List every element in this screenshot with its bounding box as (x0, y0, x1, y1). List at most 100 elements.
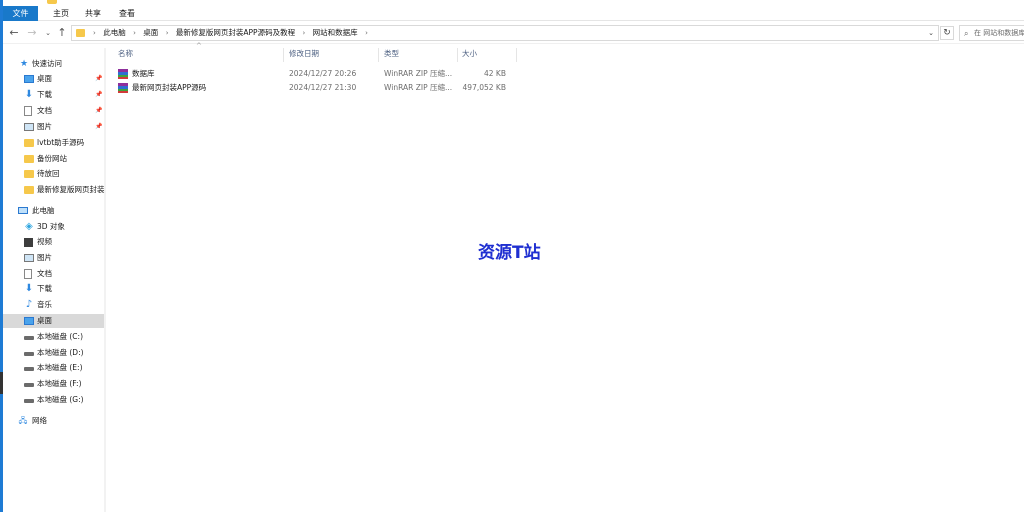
sidebar-item-label: 桌面 (37, 74, 52, 83)
sidebar-item-folder[interactable]: 备份网站 (3, 152, 104, 166)
chevron-right-icon[interactable]: › (302, 26, 305, 40)
file-row[interactable]: 数据库 2024/12/27 20:26 WinRAR ZIP 压缩... 42… (114, 67, 514, 81)
sidebar-quick-access[interactable]: ★ 快速访问 (3, 57, 104, 71)
sidebar-item-desktop[interactable]: 桌面 📌 (3, 72, 104, 86)
pin-icon[interactable]: 📌 (95, 104, 102, 118)
column-header-name[interactable]: 名称 (118, 46, 133, 62)
chevron-right-icon[interactable]: › (93, 26, 96, 40)
document-icon (24, 106, 32, 116)
sidebar-item-documents-pc[interactable]: 文档 (3, 267, 104, 281)
forward-arrow-icon[interactable]: → (25, 26, 39, 40)
navigation-pane: ★ 快速访问 桌面 📌 ⬇ 下载 📌 文档 📌 图片 📌 lvtbt助手源码 备… (3, 48, 104, 512)
download-icon: ⬇ (24, 89, 34, 100)
refresh-icon[interactable]: ↻ (940, 26, 954, 40)
download-icon: ⬇ (24, 283, 34, 294)
tab-home[interactable]: 主页 (49, 6, 73, 21)
column-header-type[interactable]: 类型 (384, 46, 399, 62)
column-divider[interactable] (378, 48, 379, 62)
desktop-icon (24, 75, 34, 83)
sidebar-item-drive[interactable]: 本地磁盘 (C:) (3, 330, 104, 344)
file-row[interactable]: 最新网页封装APP源码 2024/12/27 21:30 WinRAR ZIP … (114, 81, 514, 95)
sidebar-item-label: 文档 (37, 106, 52, 115)
video-icon (24, 238, 33, 247)
tab-share[interactable]: 共享 (81, 6, 105, 21)
back-arrow-icon[interactable]: ← (7, 26, 21, 40)
sidebar-item-label: 网络 (32, 416, 47, 425)
column-divider[interactable] (516, 48, 517, 62)
folder-icon (24, 139, 34, 147)
chevron-right-icon[interactable]: › (365, 26, 368, 40)
sidebar-item-drive[interactable]: 本地磁盘 (F:) (3, 377, 104, 391)
sidebar-item-label: 图片 (37, 122, 52, 131)
navigation-pane-splitter[interactable] (104, 48, 106, 512)
drive-icon (24, 399, 34, 403)
file-size: 497,052 KB (462, 83, 506, 92)
search-box[interactable]: ⌕ (959, 25, 1024, 41)
navigation-bar: ← → ⌄ ↑ › 此电脑 › 桌面 › 最新修复版网页封装APP源码及教程 ›… (3, 22, 1024, 44)
file-size: 42 KB (484, 69, 506, 78)
sidebar-item-folder[interactable]: 待放回 (3, 167, 104, 181)
crumb-desktop[interactable]: 桌面 (143, 26, 158, 40)
star-icon: ★ (19, 59, 29, 69)
pictures-icon (24, 123, 34, 131)
desktop-icon (24, 317, 34, 325)
address-bar[interactable]: › 此电脑 › 桌面 › 最新修复版网页封装APP源码及教程 › 网站和数据库 … (71, 25, 939, 41)
up-arrow-icon[interactable]: ↑ (55, 26, 69, 40)
address-dropdown-icon[interactable]: ⌄ (926, 26, 936, 40)
folder-icon (76, 29, 85, 37)
sidebar-item-label: 待放回 (37, 169, 60, 178)
column-header-size[interactable]: 大小 (462, 46, 477, 62)
crumb-current-folder[interactable]: 网站和数据库 (313, 26, 358, 40)
sidebar-network[interactable]: 🖧 网络 (3, 414, 104, 428)
sidebar-item-label: 文档 (37, 269, 52, 278)
crumb-source-folder[interactable]: 最新修复版网页封装APP源码及教程 (176, 26, 295, 40)
chevron-right-icon[interactable]: › (133, 26, 136, 40)
ribbon-tabs: 文件 主页 共享 查看 (3, 6, 1024, 21)
pin-icon[interactable]: 📌 (95, 120, 102, 134)
sidebar-item-drive[interactable]: 本地磁盘 (G:) (3, 393, 104, 407)
quick-access-folder-icon[interactable] (47, 0, 57, 4)
sidebar-item-label: lvtbt助手源码 (37, 138, 85, 147)
sidebar-item-drive[interactable]: 本地磁盘 (E:) (3, 361, 104, 375)
winrar-archive-icon (118, 83, 128, 93)
computer-icon (18, 207, 28, 214)
sidebar-item-label: 最新修复版网页封装 (37, 185, 104, 194)
file-name: 最新网页封装APP源码 (132, 83, 207, 92)
sidebar-item-desktop-pc[interactable]: 桌面 (3, 314, 104, 328)
tab-file[interactable]: 文件 (3, 6, 38, 21)
chevron-right-icon[interactable]: › (166, 26, 169, 40)
sidebar-item-videos[interactable]: 视频 (3, 235, 104, 249)
sidebar-item-label: 下载 (37, 284, 52, 293)
column-divider[interactable] (457, 48, 458, 62)
sidebar-item-pictures[interactable]: 图片 📌 (3, 120, 104, 134)
sidebar-item-folder[interactable]: lvtbt助手源码 (3, 136, 104, 150)
folder-icon (24, 186, 34, 194)
sidebar-item-label: 本地磁盘 (D:) (37, 348, 84, 357)
file-type: WinRAR ZIP 压缩... (384, 69, 453, 78)
sidebar-item-downloads[interactable]: ⬇ 下载 📌 (3, 88, 104, 102)
sidebar-item-folder[interactable]: 最新修复版网页封装 (3, 183, 104, 197)
crumb-this-pc[interactable]: 此电脑 (103, 26, 126, 40)
pin-icon[interactable]: 📌 (95, 72, 102, 86)
search-input[interactable] (974, 27, 1024, 39)
winrar-archive-icon (118, 69, 128, 79)
pin-icon[interactable]: 📌 (95, 88, 102, 102)
sidebar-item-3d-objects[interactable]: ◈ 3D 对象 (3, 220, 104, 234)
column-header-date[interactable]: 修改日期 (289, 46, 319, 62)
sidebar-item-documents[interactable]: 文档 📌 (3, 104, 104, 118)
file-name: 数据库 (132, 69, 155, 78)
recent-dropdown-icon[interactable]: ⌄ (41, 26, 55, 40)
sidebar-this-pc[interactable]: 此电脑 (3, 204, 104, 218)
sidebar-item-label: 桌面 (37, 316, 52, 325)
sidebar-item-downloads-pc[interactable]: ⬇ 下载 (3, 282, 104, 296)
column-divider[interactable] (283, 48, 284, 62)
sidebar-item-music[interactable]: ♪ 音乐 (3, 298, 104, 312)
sidebar-item-label: 本地磁盘 (F:) (37, 379, 82, 388)
folder-icon (24, 155, 34, 163)
sidebar-item-label: 此电脑 (32, 206, 55, 215)
sidebar-item-label: 图片 (37, 253, 52, 262)
sidebar-item-drive[interactable]: 本地磁盘 (D:) (3, 346, 104, 360)
tab-view[interactable]: 查看 (115, 6, 139, 21)
sidebar-item-label: 视频 (37, 237, 52, 246)
sidebar-item-pictures-pc[interactable]: 图片 (3, 251, 104, 265)
